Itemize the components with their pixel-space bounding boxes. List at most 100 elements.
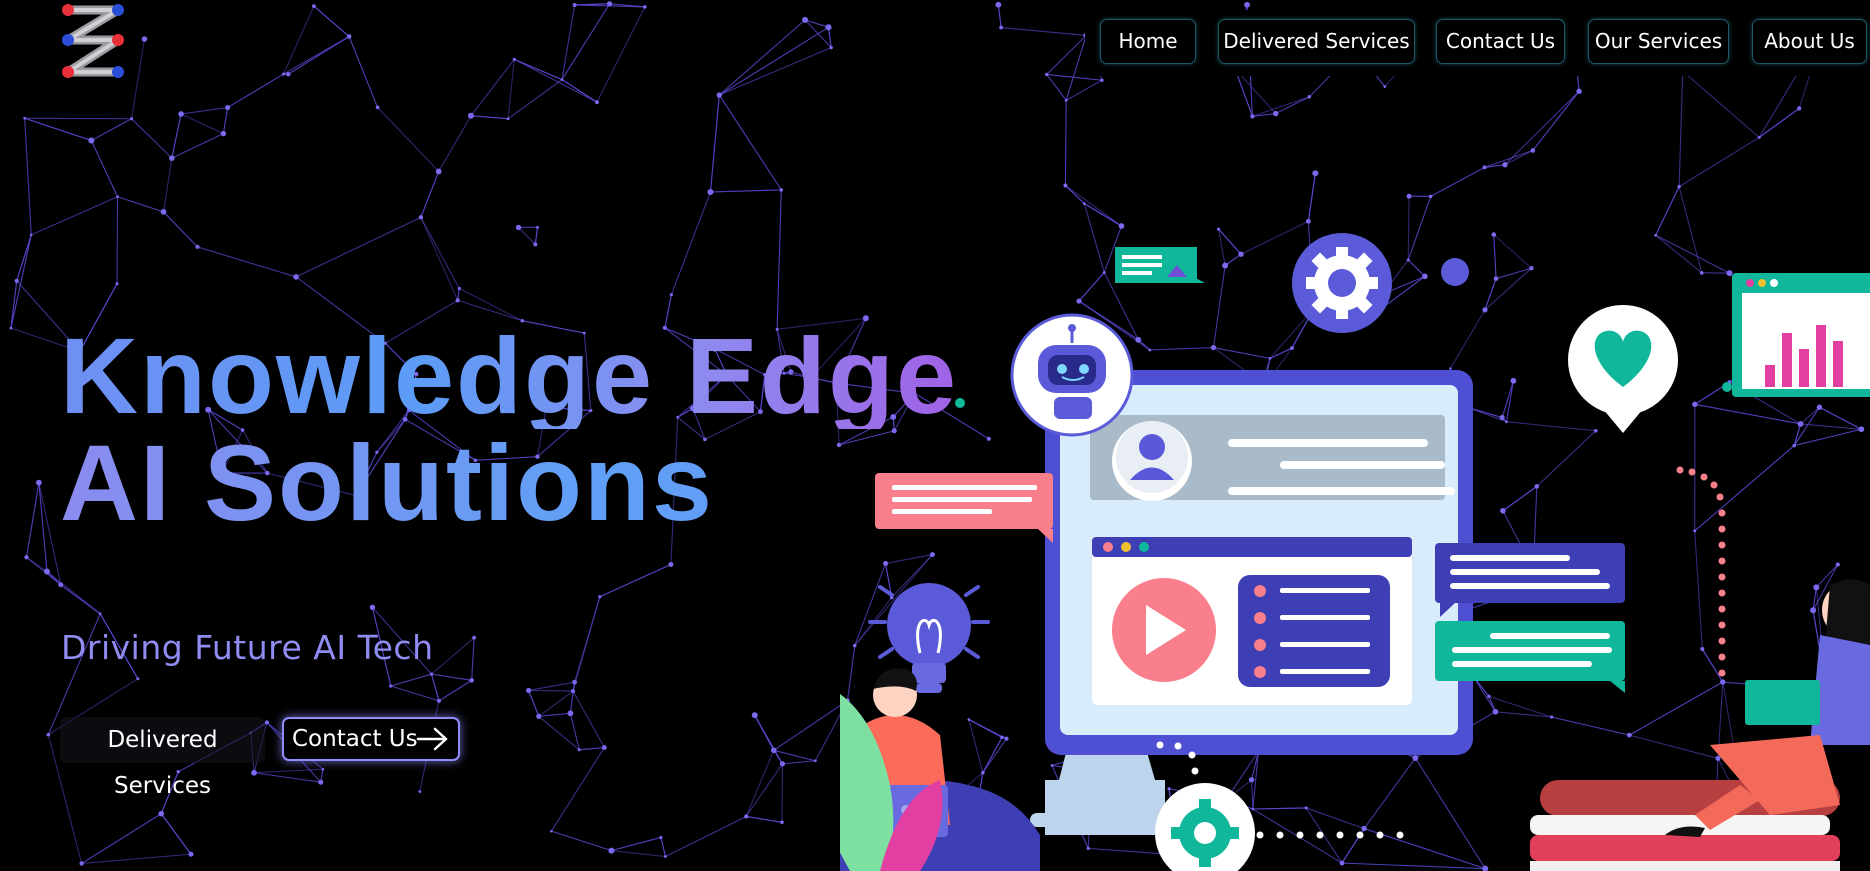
network-node (1312, 170, 1319, 177)
network-line (470, 115, 509, 120)
network-line (160, 813, 192, 855)
network-node (598, 595, 602, 599)
network-node (1064, 98, 1068, 102)
network-line (569, 713, 580, 750)
nav-contact-us[interactable]: Contact Us (1436, 19, 1565, 64)
network-line (670, 191, 711, 295)
contact-us-button[interactable]: Contact Us (282, 717, 460, 761)
hero-subtitle: Driving Future AI Tech (61, 628, 434, 667)
network-line (313, 5, 350, 37)
network-node (716, 92, 722, 98)
network-line (438, 115, 472, 172)
network-line (1484, 149, 1534, 168)
network-line (163, 158, 173, 212)
network-line (782, 760, 816, 765)
network-line (420, 217, 459, 301)
network-node (188, 851, 194, 857)
network-line (1678, 71, 1684, 187)
network-node (1082, 202, 1086, 206)
network-line (718, 26, 829, 96)
gear-icon (1155, 783, 1255, 871)
network-node (643, 5, 647, 9)
network-line (91, 118, 132, 141)
network-line (579, 746, 605, 751)
network-line (24, 118, 32, 235)
network-node (375, 105, 380, 110)
network-line (528, 681, 575, 692)
logo-icon[interactable] (58, 2, 132, 82)
network-node (129, 117, 134, 121)
network-node (1100, 78, 1104, 82)
nav-delivered-services[interactable]: Delivered Services (1218, 19, 1415, 64)
gear-icon (1292, 233, 1392, 333)
network-line (1430, 166, 1485, 197)
network-node (44, 568, 51, 575)
network-node (1250, 114, 1255, 119)
network-line (561, 3, 611, 80)
nav-about-us[interactable]: About Us (1752, 19, 1867, 64)
network-line (430, 673, 440, 702)
network-line (599, 563, 672, 598)
network-node (1797, 106, 1802, 111)
nav-home[interactable]: Home (1100, 19, 1196, 64)
network-line (377, 107, 440, 172)
network-node (436, 698, 441, 703)
contact-us-label: Contact Us (292, 726, 418, 752)
delivered-services-label: Delivered Services (107, 727, 218, 799)
network-line (518, 227, 536, 245)
bar-chart-icon (1722, 273, 1870, 397)
network-node (136, 677, 140, 681)
network-node (158, 810, 165, 817)
network-line (611, 850, 666, 858)
network-node (472, 635, 477, 640)
network-node (24, 555, 29, 560)
delivered-services-button[interactable]: Delivered Services (60, 717, 265, 799)
network-node (1383, 85, 1387, 88)
network-line (283, 36, 350, 75)
network-node (1272, 110, 1279, 117)
network-line (746, 815, 783, 823)
network-line (1252, 96, 1310, 117)
network-node (608, 847, 615, 854)
network-line (776, 189, 782, 330)
network-line (81, 813, 162, 864)
network-node (1502, 161, 1508, 168)
network-line (131, 118, 173, 159)
network-node (9, 326, 13, 330)
network-node (1428, 194, 1433, 199)
network-node (429, 672, 434, 676)
network-line (997, 4, 1002, 28)
network-line (390, 673, 432, 687)
network-line (528, 689, 574, 692)
network-line (1064, 100, 1067, 186)
network-line (253, 772, 321, 783)
network-node (318, 779, 324, 785)
network-node (744, 814, 749, 819)
network-node (1530, 148, 1536, 153)
hero-title-line-1: Knowledge Edge (60, 315, 959, 436)
network-node (780, 820, 784, 825)
network-line (38, 482, 48, 572)
network-node (281, 72, 286, 76)
nav-our-services[interactable]: Our Services (1588, 19, 1729, 64)
network-node (264, 720, 270, 725)
network-node (1576, 88, 1582, 94)
network-node (169, 155, 175, 161)
network-line (561, 4, 576, 80)
network-line (227, 73, 284, 109)
network-node (286, 71, 291, 77)
network-node (293, 274, 299, 280)
network-node (369, 604, 376, 611)
network-node (506, 117, 510, 121)
network-node (321, 767, 325, 771)
network-node (98, 612, 102, 616)
network-line (431, 673, 472, 681)
network-node (1045, 72, 1049, 77)
network-line (420, 217, 460, 289)
network-line (1234, 68, 1253, 117)
network-line (295, 216, 422, 278)
network-line (1046, 74, 1067, 101)
network-node (141, 36, 148, 42)
network-line (1532, 90, 1580, 151)
network-line (709, 95, 720, 193)
